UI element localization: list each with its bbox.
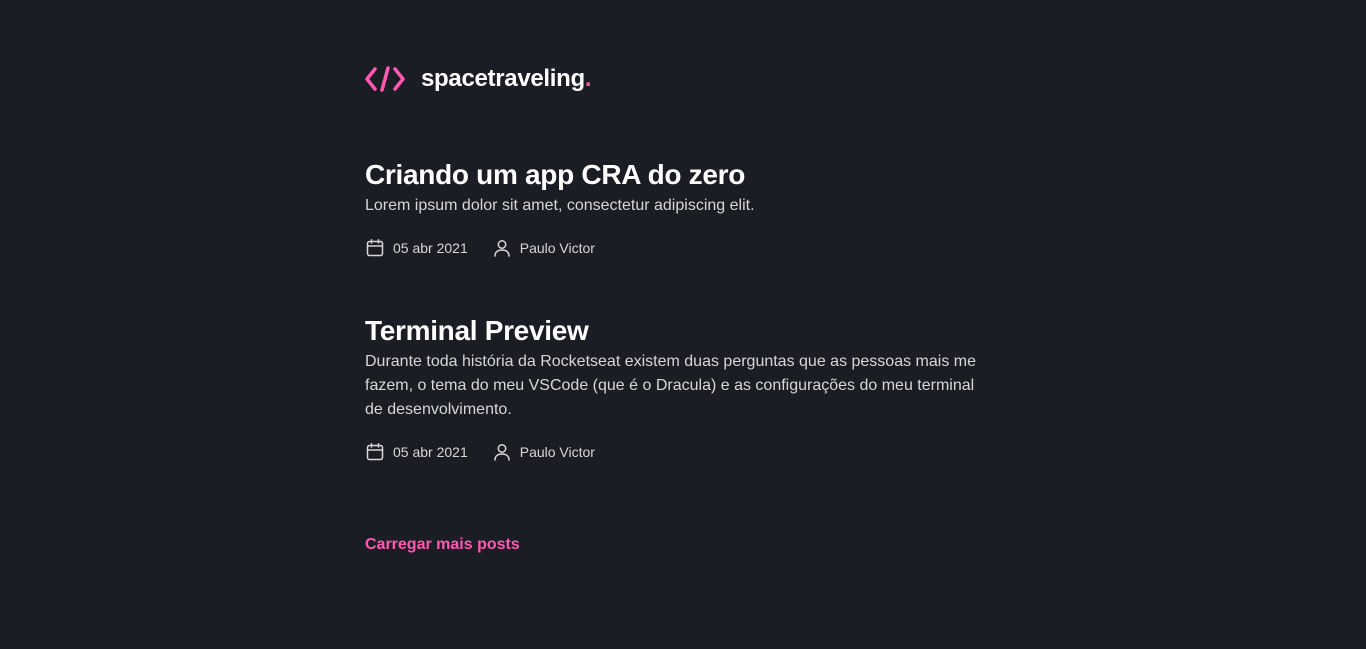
- post-date-text: 05 abr 2021: [393, 444, 468, 460]
- post-subtitle: Durante toda história da Rocketseat exis…: [365, 353, 976, 418]
- logo-dot: .: [584, 65, 592, 92]
- post-title: Criando um app CRA do zero: [365, 159, 746, 190]
- logo-link[interactable]: spacetraveling .: [365, 65, 592, 93]
- user-icon: [493, 240, 510, 257]
- post-author-text: Paulo Victor: [519, 240, 595, 256]
- post-info: 05 abr 2021 Paulo Victor: [365, 442, 1005, 462]
- post-author-text: Paulo Victor: [519, 444, 595, 460]
- post-author: Paulo Victor: [492, 442, 595, 462]
- calendar-icon: [366, 239, 384, 257]
- post-info: 05 abr 2021 Paulo Victor: [365, 238, 1005, 258]
- logo-text: spacetraveling: [421, 65, 585, 92]
- post-item[interactable]: Terminal Preview Durante toda história d…: [365, 314, 1005, 462]
- post-date: 05 abr 2021: [365, 442, 468, 462]
- post-title: Terminal Preview: [365, 315, 589, 346]
- post-date: 05 abr 2021: [365, 238, 468, 258]
- post-author: Paulo Victor: [492, 238, 595, 258]
- calendar-icon: [366, 443, 384, 461]
- post-date-text: 05 abr 2021: [393, 240, 468, 256]
- post-subtitle: Lorem ipsum dolor sit amet, consectetur …: [365, 197, 755, 214]
- code-brackets-icon: [365, 66, 405, 92]
- load-more-button[interactable]: Carregar mais posts: [365, 536, 520, 554]
- user-icon: [493, 444, 510, 461]
- post-item[interactable]: Criando um app CRA do zero Lorem ipsum d…: [365, 158, 1005, 258]
